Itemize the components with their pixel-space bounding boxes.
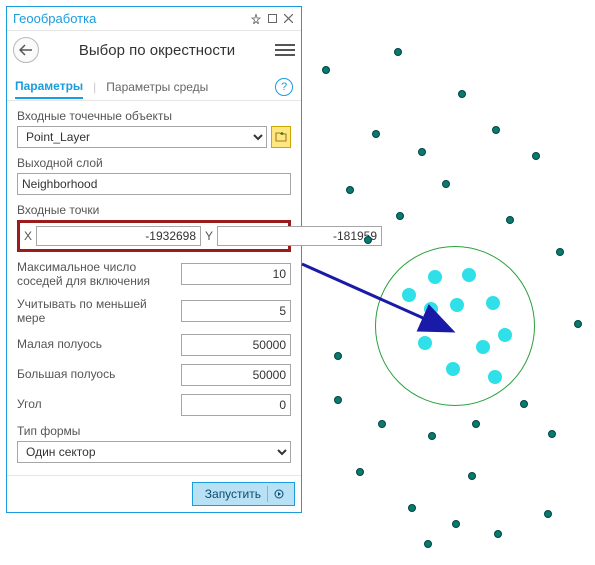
output-layer-label: Выходной слой [17, 156, 291, 170]
max-neighbors-input[interactable] [181, 263, 291, 285]
minor-axis-input[interactable] [181, 334, 291, 356]
map-point [532, 152, 540, 160]
close-icon[interactable] [281, 12, 295, 26]
run-separator [267, 486, 268, 502]
map-point [378, 420, 386, 428]
selected-point [486, 296, 500, 310]
map-point [556, 248, 564, 256]
x-input[interactable] [36, 226, 201, 246]
geoprocessing-panel: Геообработка Выбор по окрестности Параме… [6, 6, 302, 513]
map-preview [310, 0, 595, 565]
map-point [574, 320, 582, 328]
input-points-select[interactable]: Point_Layer [17, 126, 267, 148]
map-point [394, 48, 402, 56]
form: Входные точечные объекты Point_Layer Вых… [7, 101, 301, 475]
map-point [364, 236, 372, 244]
menu-icon[interactable] [275, 40, 295, 60]
run-label: Запустить [205, 487, 261, 501]
angle-label: Угол [17, 397, 171, 411]
help-icon[interactable]: ? [275, 78, 293, 96]
min-include-input[interactable] [181, 300, 291, 322]
map-point [418, 148, 426, 156]
map-point [396, 212, 404, 220]
input-xy-label: Входные точки [17, 203, 291, 217]
major-axis-input[interactable] [181, 364, 291, 386]
map-point [494, 530, 502, 538]
map-point [520, 400, 528, 408]
y-label: Y [205, 229, 213, 243]
selected-point [418, 336, 432, 350]
x-label: X [24, 229, 32, 243]
min-include-label: Учитывать по меньшей мере [17, 297, 171, 326]
shape-type-select[interactable]: Один сектор [17, 441, 291, 463]
run-dropdown-icon[interactable] [274, 489, 284, 499]
map-point [424, 540, 432, 548]
map-point [468, 472, 476, 480]
selected-point [462, 268, 476, 282]
map-point [334, 352, 342, 360]
selected-point [428, 270, 442, 284]
map-point [334, 396, 342, 404]
map-point [372, 130, 380, 138]
selected-point [450, 298, 464, 312]
browse-button[interactable] [271, 126, 291, 148]
panel-title: Геообработка [13, 11, 249, 26]
map-point [356, 468, 364, 476]
tab-bar: Параметры | Параметры среды ? [7, 73, 301, 101]
maximize-icon[interactable] [265, 12, 279, 26]
map-point [322, 66, 330, 74]
tab-parameters[interactable]: Параметры [15, 75, 83, 99]
input-points-label: Входные точечные объекты [17, 109, 291, 123]
shape-type-label: Тип формы [17, 424, 291, 438]
title-bar: Геообработка [7, 7, 301, 31]
selected-point [488, 370, 502, 384]
selected-point [424, 302, 438, 316]
tool-title: Выбор по окрестности [39, 42, 275, 59]
tool-header: Выбор по окрестности [7, 31, 301, 73]
tab-separator: | [93, 80, 96, 94]
map-point [458, 90, 466, 98]
back-button[interactable] [13, 37, 39, 63]
map-point [472, 420, 480, 428]
map-point [442, 180, 450, 188]
search-circle [375, 246, 535, 406]
map-point [544, 510, 552, 518]
xy-highlight: X Y [17, 220, 291, 252]
run-button[interactable]: Запустить [192, 482, 295, 506]
selected-point [476, 340, 490, 354]
selected-point [446, 362, 460, 376]
tab-environments[interactable]: Параметры среды [106, 76, 208, 98]
selected-point [402, 288, 416, 302]
minor-axis-label: Малая полуось [17, 337, 171, 351]
output-layer-input[interactable] [17, 173, 291, 195]
map-point [548, 430, 556, 438]
map-point [408, 504, 416, 512]
max-neighbors-label: Максимальное число соседей для включения [17, 260, 171, 289]
map-point [452, 520, 460, 528]
map-point [346, 186, 354, 194]
map-point [492, 126, 500, 134]
run-bar: Запустить [7, 475, 301, 512]
pin-icon[interactable] [249, 12, 263, 26]
angle-input[interactable] [181, 394, 291, 416]
map-point [428, 432, 436, 440]
map-point [506, 216, 514, 224]
selected-point [498, 328, 512, 342]
major-axis-label: Большая полуось [17, 367, 171, 381]
